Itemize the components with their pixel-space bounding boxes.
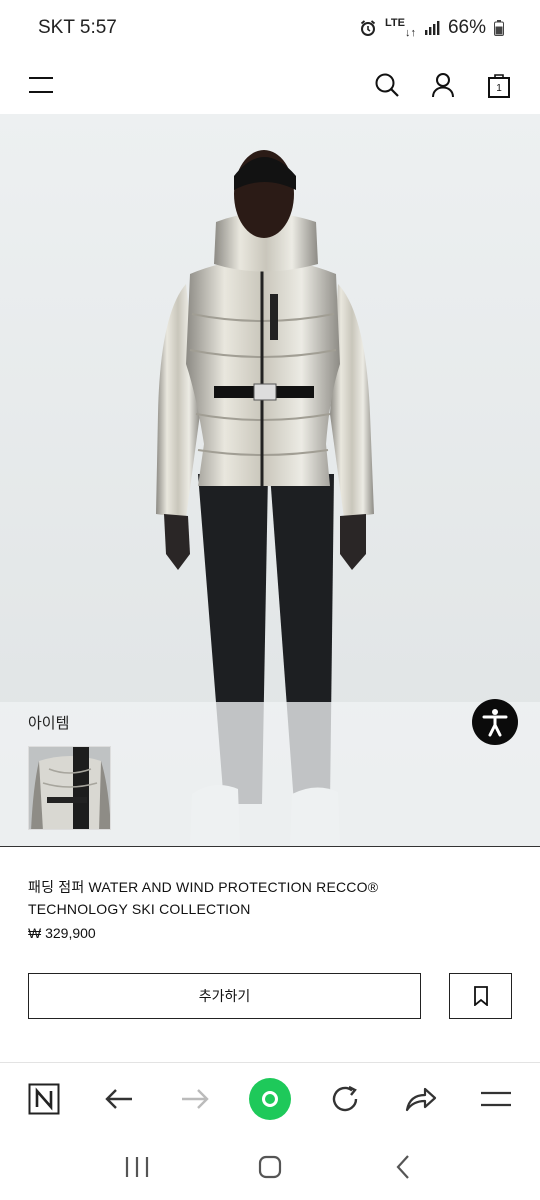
items-title: 아이템	[28, 715, 70, 732]
battery-percent: 66%	[447, 17, 486, 38]
bag-icon[interactable]: 1	[484, 70, 514, 100]
recents-icon[interactable]	[112, 1142, 162, 1192]
reload-icon[interactable]	[320, 1074, 370, 1124]
back-nav-icon[interactable]	[378, 1142, 428, 1192]
divider	[0, 846, 540, 847]
signal-icon	[424, 20, 440, 36]
bookmark-icon	[473, 986, 488, 1006]
add-to-cart-button[interactable]: 추가하기	[28, 973, 421, 1019]
accessibility-button[interactable]	[472, 699, 518, 745]
more-menu-icon[interactable]	[471, 1074, 521, 1124]
status-icons: LTE ↓↑ 66%	[359, 17, 504, 39]
menu-icon[interactable]	[26, 70, 56, 100]
search-icon[interactable]	[372, 70, 402, 100]
back-icon[interactable]	[94, 1074, 144, 1124]
network-label: LTE	[385, 17, 405, 29]
status-bar: SKT 5:57 LTE ↓↑ 66%	[0, 0, 540, 56]
accessibility-icon	[482, 709, 508, 737]
app-header: 1	[0, 56, 540, 114]
home-icon[interactable]	[245, 1142, 295, 1192]
browser-toolbar	[0, 1062, 540, 1134]
user-icon[interactable]	[428, 70, 458, 100]
item-thumbnail[interactable]	[28, 746, 111, 830]
carrier-time: SKT 5:57	[38, 17, 117, 38]
product-price: ₩ 329,900	[28, 925, 96, 941]
share-icon[interactable]	[396, 1074, 446, 1124]
cart-count: 1	[496, 82, 502, 94]
bookmark-button[interactable]	[449, 973, 512, 1019]
naver-home-icon[interactable]	[19, 1074, 69, 1124]
header-actions: 1	[372, 70, 514, 100]
green-dot-icon[interactable]	[245, 1074, 295, 1124]
battery-icon	[494, 20, 504, 36]
lte-icon: LTE ↓↑	[385, 17, 416, 39]
product-name: 패딩 점퍼 WATER AND WIND PROTECTION RECCO® T…	[28, 879, 379, 917]
thumbnail-image	[29, 747, 110, 829]
system-nav-bar	[0, 1134, 540, 1200]
forward-icon[interactable]	[170, 1074, 220, 1124]
alarm-icon	[359, 19, 377, 37]
